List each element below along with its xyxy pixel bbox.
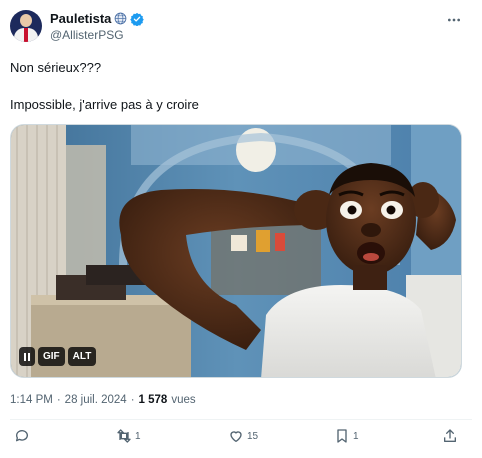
heart-icon	[230, 431, 242, 442]
bookmark-count: 1	[353, 430, 359, 442]
tweet-text-line2: Impossible, j'arrive pas à y croire	[10, 97, 199, 112]
tweet-text-line1: Non sérieux???	[10, 60, 102, 75]
reply-button[interactable]	[14, 428, 33, 444]
views-count: 1 578	[138, 394, 168, 406]
meta-separator: ·	[56, 394, 61, 406]
gif-badge: GIF	[38, 347, 65, 366]
views-label: vues	[171, 394, 196, 406]
author-handle[interactable]: @AllisterPSG	[50, 28, 124, 42]
share-button[interactable]	[442, 428, 458, 444]
author-name-row[interactable]: Pauletista	[50, 11, 145, 26]
divider	[10, 419, 472, 420]
tweet-meta: 1:14 PM · 28 juil. 2024 · 1 578 vues	[10, 394, 196, 406]
action-bar: 1 15 1	[10, 428, 462, 450]
bookmark-button[interactable]: 1	[334, 428, 359, 444]
retweet-button[interactable]: 1	[116, 428, 141, 444]
more-options-icon[interactable]	[446, 12, 462, 28]
author-display-name[interactable]: Pauletista	[50, 11, 111, 26]
meta-separator-2: ·	[130, 394, 135, 406]
globe-icon	[115, 12, 127, 25]
gif-controls: GIF ALT	[19, 347, 97, 366]
tweet-card: Pauletista @AllisterPSG Non sérieux??? I…	[0, 0, 482, 458]
retweet-icon	[117, 429, 131, 443]
gif-frame-image	[11, 125, 461, 377]
avatar[interactable]	[10, 10, 42, 42]
like-button[interactable]: 15	[228, 428, 258, 444]
alt-button[interactable]: ALT	[67, 347, 97, 366]
gif-media[interactable]: GIF ALT	[10, 124, 462, 378]
pause-icon[interactable]	[19, 347, 35, 366]
retweet-count: 1	[135, 430, 141, 442]
reply-icon	[16, 430, 28, 442]
tweet-time[interactable]: 1:14 PM	[10, 394, 53, 406]
like-count: 15	[247, 430, 259, 442]
bookmark-icon	[337, 429, 347, 443]
verified-icon	[130, 12, 145, 26]
share-icon	[444, 429, 456, 442]
tweet-date[interactable]: 28 juil. 2024	[65, 394, 127, 406]
